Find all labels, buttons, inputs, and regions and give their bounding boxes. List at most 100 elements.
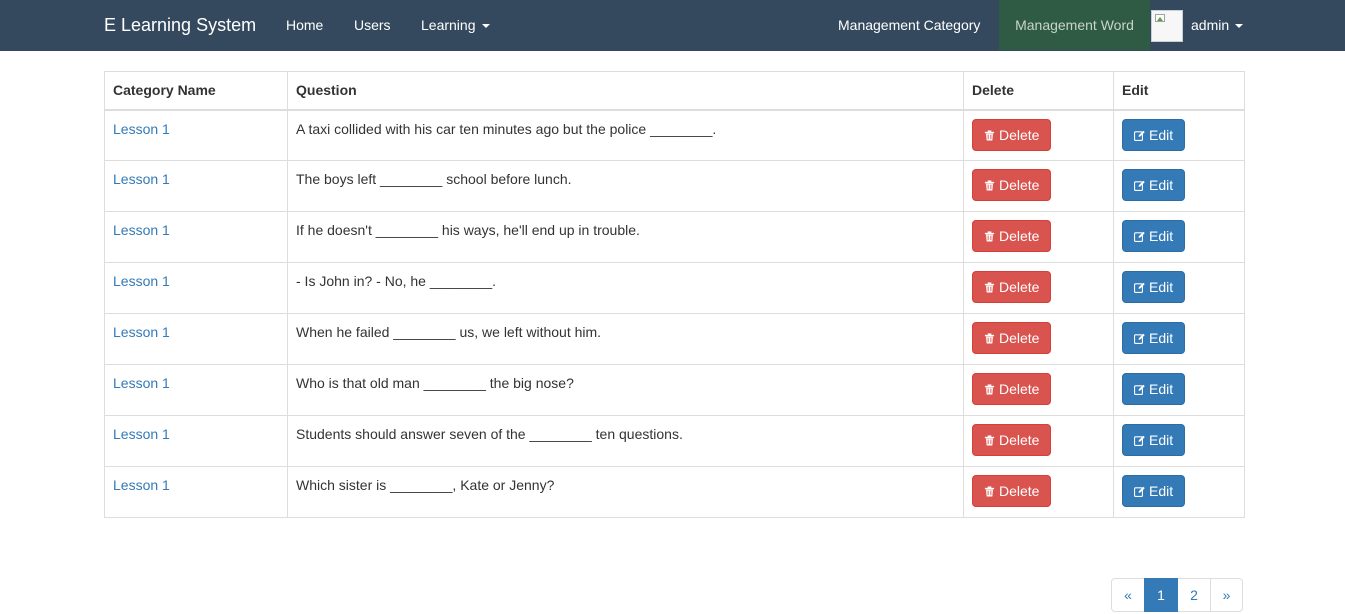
category-cell: Lesson 1 bbox=[104, 313, 288, 365]
avatar[interactable] bbox=[1151, 10, 1183, 42]
edit-button[interactable]: Edit bbox=[1122, 118, 1186, 151]
category-link[interactable]: Lesson 1 bbox=[113, 477, 170, 493]
page-next[interactable]: » bbox=[1210, 578, 1243, 612]
edit-cell: Edit bbox=[1113, 160, 1245, 212]
delete-label: Delete bbox=[999, 330, 1040, 346]
question-text: Who is that old man ________ the big nos… bbox=[296, 375, 574, 391]
question-text: - Is John in? - No, he ________. bbox=[296, 273, 497, 289]
category-cell: Lesson 1 bbox=[104, 415, 288, 467]
caret-down-icon bbox=[1235, 24, 1244, 29]
questions-table: Category Name Question Delete Edit Lesso… bbox=[104, 71, 1245, 518]
question-text: If he doesn't ________ his ways, he'll e… bbox=[296, 222, 640, 238]
caret-down-icon bbox=[481, 24, 490, 29]
table-row: Lesson 1 A taxi collided with his car ten… bbox=[104, 109, 1245, 161]
trash-icon bbox=[984, 375, 995, 395]
category-cell: Lesson 1 bbox=[104, 262, 288, 314]
edit-icon bbox=[1134, 324, 1145, 344]
delete-button[interactable]: Delete bbox=[972, 220, 1052, 252]
delete-cell: Delete bbox=[963, 313, 1114, 365]
delete-label: Delete bbox=[999, 483, 1040, 499]
question-cell: - Is John in? - No, he ________. bbox=[287, 262, 964, 314]
category-cell: Lesson 1 bbox=[104, 109, 288, 161]
edit-icon bbox=[1134, 426, 1145, 446]
edit-label: Edit bbox=[1149, 330, 1174, 346]
brand-link[interactable]: E Learning System bbox=[104, 0, 256, 50]
category-link[interactable]: Lesson 1 bbox=[113, 324, 170, 340]
edit-cell: Edit bbox=[1113, 466, 1245, 518]
delete-button[interactable]: Delete bbox=[972, 424, 1052, 456]
nav-management-word-label: Management Word bbox=[1015, 17, 1134, 33]
delete-cell: Delete bbox=[963, 262, 1114, 314]
category-link[interactable]: Lesson 1 bbox=[113, 222, 170, 238]
category-link[interactable]: Lesson 1 bbox=[113, 171, 170, 187]
navbar: E Learning System Home Users Learning Ma… bbox=[0, 0, 1345, 51]
table-header-row: Category Name Question Delete Edit bbox=[104, 71, 1245, 111]
delete-cell: Delete bbox=[963, 415, 1114, 467]
edit-button[interactable]: Edit bbox=[1122, 271, 1186, 303]
category-link[interactable]: Lesson 1 bbox=[113, 273, 170, 289]
edit-icon bbox=[1134, 375, 1145, 395]
edit-button[interactable]: Edit bbox=[1122, 373, 1186, 405]
trash-icon bbox=[984, 222, 995, 242]
user-menu-dropdown[interactable]: admin bbox=[1191, 0, 1244, 50]
trash-icon bbox=[984, 121, 995, 141]
edit-label: Edit bbox=[1149, 381, 1174, 397]
header-category-name: Category Name bbox=[104, 71, 288, 111]
question-cell: Which sister is ________, Kate or Jenny? bbox=[287, 466, 964, 518]
delete-label: Delete bbox=[999, 228, 1040, 244]
table-row: Lesson 1 Students should answer seven of … bbox=[104, 415, 1245, 467]
page-2[interactable]: 2 bbox=[1177, 578, 1211, 612]
trash-icon bbox=[984, 426, 995, 446]
edit-cell: Edit bbox=[1113, 313, 1245, 365]
nav-learning-label: Learning bbox=[421, 17, 476, 33]
delete-button[interactable]: Delete bbox=[972, 271, 1052, 303]
question-cell: The boys left ________ school before lun… bbox=[287, 160, 964, 212]
edit-button[interactable]: Edit bbox=[1122, 475, 1186, 507]
table-row: Lesson 1 If he doesn't ________ his ways,… bbox=[104, 211, 1245, 263]
trash-icon bbox=[984, 171, 995, 191]
nav-home[interactable]: Home bbox=[286, 0, 323, 50]
delete-button[interactable]: Delete bbox=[972, 322, 1052, 354]
delete-label: Delete bbox=[999, 279, 1040, 295]
delete-cell: Delete bbox=[963, 211, 1114, 263]
nav-management-category[interactable]: Management Category bbox=[838, 0, 980, 50]
edit-button[interactable]: Edit bbox=[1122, 220, 1186, 252]
table-row: Lesson 1 The boys left ________ school be… bbox=[104, 160, 1245, 212]
question-cell: Students should answer seven of the ____… bbox=[287, 415, 964, 467]
nav-learning-dropdown[interactable]: Learning bbox=[421, 0, 490, 50]
edit-cell: Edit bbox=[1113, 415, 1245, 467]
delete-button[interactable]: Delete bbox=[972, 118, 1052, 151]
category-link[interactable]: Lesson 1 bbox=[113, 121, 170, 137]
edit-cell: Edit bbox=[1113, 109, 1245, 161]
delete-label: Delete bbox=[999, 126, 1040, 143]
category-link[interactable]: Lesson 1 bbox=[113, 426, 170, 442]
delete-cell: Delete bbox=[963, 160, 1114, 212]
category-link[interactable]: Lesson 1 bbox=[113, 375, 170, 391]
question-text: When he failed ________ us, we left with… bbox=[296, 324, 602, 340]
pagination: « 1 2 » bbox=[1111, 578, 1243, 612]
user-name: admin bbox=[1191, 17, 1230, 33]
edit-label: Edit bbox=[1149, 126, 1174, 143]
edit-button[interactable]: Edit bbox=[1122, 322, 1186, 354]
edit-button[interactable]: Edit bbox=[1122, 169, 1186, 201]
page-1[interactable]: 1 bbox=[1144, 578, 1178, 612]
delete-button[interactable]: Delete bbox=[972, 169, 1052, 201]
delete-button[interactable]: Delete bbox=[972, 373, 1052, 405]
delete-button[interactable]: Delete bbox=[972, 475, 1052, 507]
page-prev[interactable]: « bbox=[1111, 578, 1145, 612]
edit-label: Edit bbox=[1149, 279, 1174, 295]
edit-cell: Edit bbox=[1113, 262, 1245, 314]
delete-cell: Delete bbox=[963, 109, 1114, 161]
nav-management-word[interactable]: Management Word bbox=[999, 0, 1150, 50]
header-question: Question bbox=[287, 71, 964, 111]
trash-icon bbox=[984, 273, 995, 293]
edit-icon bbox=[1134, 222, 1145, 242]
category-cell: Lesson 1 bbox=[104, 160, 288, 212]
question-text: The boys left ________ school before lun… bbox=[296, 171, 572, 187]
nav-users[interactable]: Users bbox=[354, 0, 391, 50]
category-cell: Lesson 1 bbox=[104, 466, 288, 518]
edit-button[interactable]: Edit bbox=[1122, 424, 1186, 456]
trash-icon bbox=[984, 324, 995, 344]
question-text: Which sister is ________, Kate or Jenny? bbox=[296, 477, 555, 493]
trash-icon bbox=[984, 477, 995, 497]
